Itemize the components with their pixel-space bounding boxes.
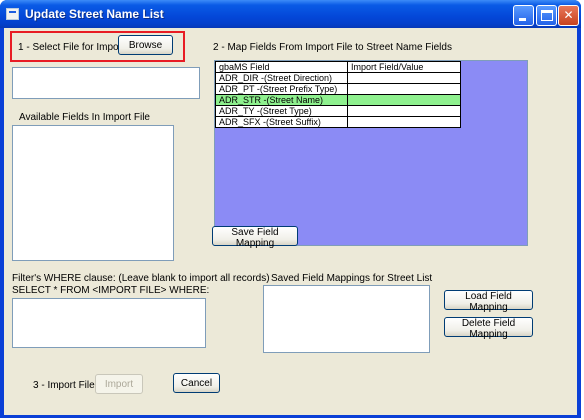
save-field-mapping-button[interactable]: Save Field Mapping — [212, 226, 298, 249]
load-field-mapping-button[interactable]: Load Field Mapping — [444, 290, 533, 313]
import-button[interactable]: Import — [95, 374, 143, 394]
minimize-icon — [519, 18, 526, 21]
grid-row[interactable]: ADR_DIR -(Street Direction) — [215, 72, 461, 84]
grid-cell-field[interactable]: ADR_TY -(Street Type) — [215, 105, 348, 117]
step3-label: 3 - Import File — [33, 380, 95, 391]
grid-cell-value[interactable] — [347, 72, 461, 84]
step1-label: 1 - Select File for Import: — [18, 42, 128, 53]
saved-mappings-label: Saved Field Mappings for Street List — [271, 273, 433, 284]
field-mapping-grid[interactable]: gbaMS Field Import Field/Value ADR_DIR -… — [214, 60, 528, 246]
window-title: Update Street Name List — [25, 7, 164, 21]
grid-cell-field[interactable]: ADR_DIR -(Street Direction) — [215, 72, 348, 84]
grid-cell-value[interactable] — [347, 105, 461, 117]
app-icon — [6, 8, 19, 20]
grid-cell-value[interactable] — [347, 83, 461, 95]
maximize-button[interactable] — [536, 5, 557, 26]
grid-cell-field[interactable]: ADR_PT -(Street Prefix Type) — [215, 83, 348, 95]
cancel-button[interactable]: Cancel — [173, 373, 220, 393]
grid-header-field: gbaMS Field — [215, 61, 348, 73]
close-button[interactable]: ✕ — [558, 5, 579, 26]
grid-cell-value[interactable] — [347, 116, 461, 128]
window: Update Street Name List ✕ 1 - Select Fil… — [0, 0, 581, 418]
browse-button[interactable]: Browse — [118, 35, 173, 55]
import-file-field[interactable] — [12, 67, 200, 99]
maximize-icon — [541, 10, 553, 21]
grid-header-row: gbaMS Field Import Field/Value — [215, 61, 461, 73]
grid-row-selected[interactable]: ADR_STR -(Street Name) — [215, 94, 461, 106]
grid-row[interactable]: ADR_PT -(Street Prefix Type) — [215, 83, 461, 95]
grid-cell-field[interactable]: ADR_STR -(Street Name) — [215, 94, 348, 106]
saved-mappings-list[interactable] — [263, 285, 430, 353]
step2-label: 2 - Map Fields From Import File to Stree… — [213, 42, 452, 53]
title-bar[interactable]: Update Street Name List ✕ — [0, 0, 581, 28]
minimize-button[interactable] — [513, 5, 534, 26]
filter-sql-prefix: SELECT * FROM <IMPORT FILE> WHERE: — [12, 285, 210, 296]
grid-row[interactable]: ADR_SFX -(Street Suffix) — [215, 116, 461, 128]
grid-cell-value[interactable] — [347, 94, 461, 106]
grid-cell-field[interactable]: ADR_SFX -(Street Suffix) — [215, 116, 348, 128]
close-icon: ✕ — [563, 8, 574, 22]
grid-row[interactable]: ADR_TY -(Street Type) — [215, 105, 461, 117]
filter-where-input[interactable] — [12, 298, 206, 348]
filter-label: Filter's WHERE clause: (Leave blank to i… — [12, 273, 270, 284]
dialog-body: 1 - Select File for Import: Browse Avail… — [4, 28, 577, 415]
available-fields-label: Available Fields In Import File — [19, 112, 150, 123]
delete-field-mapping-button[interactable]: Delete Field Mapping — [444, 317, 533, 340]
grid-header-value: Import Field/Value — [347, 61, 461, 73]
field-mapping-table: gbaMS Field Import Field/Value ADR_DIR -… — [215, 61, 461, 128]
available-fields-list[interactable] — [12, 125, 174, 261]
